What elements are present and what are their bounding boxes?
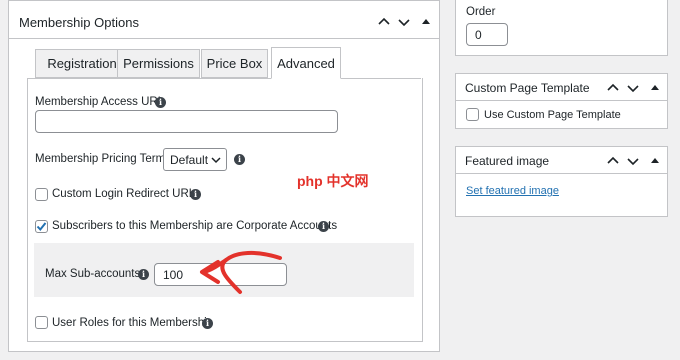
info-icon[interactable]: i: [190, 189, 201, 200]
order-panel: Order 0: [455, 0, 668, 56]
custom-page-template-panel: Custom Page Template Use Custom Page Tem…: [455, 73, 668, 129]
use-template-label: Use Custom Page Template: [484, 109, 621, 121]
order-label: Order: [466, 6, 496, 18]
tab-registration[interactable]: Registration: [35, 49, 129, 78]
toggle-triangle-icon[interactable]: [648, 154, 662, 168]
access-url-label: Membership Access URL: [35, 96, 165, 108]
annotation-arrow-icon: [200, 251, 282, 294]
custom-login-checkbox[interactable]: [35, 188, 48, 201]
panel-title: Featured image: [465, 154, 550, 168]
membership-options-panel: Membership Options Registration Permissi…: [8, 0, 440, 352]
chevron-down-icon[interactable]: [397, 15, 411, 29]
pricing-terms-select[interactable]: Default: [163, 148, 227, 171]
chevron-up-icon[interactable]: [377, 15, 391, 29]
chevron-down-icon[interactable]: [626, 154, 640, 168]
max-sub-label: Max Sub-accounts: [45, 268, 141, 280]
set-featured-image-link[interactable]: Set featured image: [466, 185, 559, 197]
info-icon[interactable]: i: [318, 221, 329, 232]
toggle-triangle-icon[interactable]: [648, 81, 662, 95]
chevron-up-icon[interactable]: [606, 81, 620, 95]
info-icon[interactable]: i: [202, 318, 213, 329]
info-icon[interactable]: i: [138, 269, 149, 280]
corporate-label: Subscribers to this Membership are Corpo…: [52, 220, 338, 232]
custom-login-label: Custom Login Redirect URLs: [52, 188, 201, 200]
info-icon[interactable]: i: [234, 154, 245, 165]
corporate-checkbox[interactable]: [35, 220, 48, 233]
panel-title: Custom Page Template: [465, 81, 590, 95]
toggle-triangle-icon[interactable]: [419, 15, 433, 29]
watermark-logo: php 中文网: [297, 173, 369, 189]
user-roles-checkbox[interactable]: [35, 316, 48, 329]
panel-title: Membership Options: [19, 15, 139, 30]
featured-image-panel: Featured image Set featured image: [455, 146, 668, 217]
chevron-up-icon[interactable]: [606, 154, 620, 168]
chevron-down-icon: [211, 157, 221, 164]
panel-header: Membership Options: [9, 1, 439, 39]
tab-price-box[interactable]: Price Box: [201, 49, 268, 78]
access-url-input[interactable]: [35, 110, 338, 133]
use-template-checkbox[interactable]: [466, 108, 479, 121]
checkmark-icon: [36, 222, 47, 232]
tab-advanced[interactable]: Advanced: [271, 47, 341, 79]
chevron-down-icon[interactable]: [626, 81, 640, 95]
panel-header: Featured image: [456, 147, 667, 174]
user-roles-label: User Roles for this Membership: [52, 317, 214, 329]
tab-permissions[interactable]: Permissions: [117, 49, 200, 78]
panel-header: Custom Page Template: [456, 74, 667, 101]
order-input[interactable]: 0: [466, 23, 508, 46]
pricing-terms-label: Membership Pricing Terms:: [35, 153, 175, 165]
info-icon[interactable]: i: [155, 97, 166, 108]
